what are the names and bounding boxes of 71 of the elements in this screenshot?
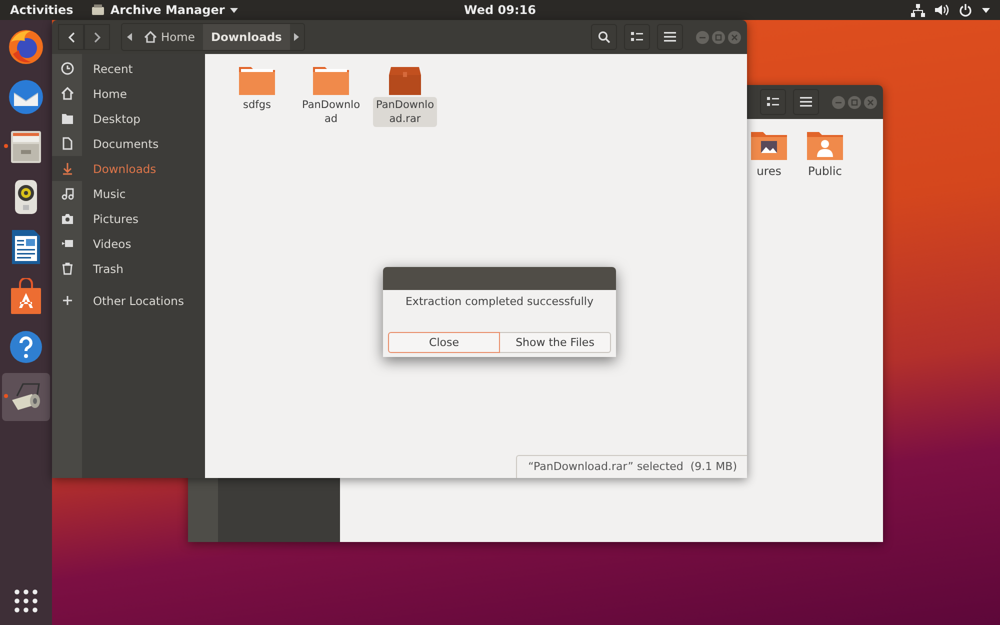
file-item[interactable]: PanDownload — [299, 64, 363, 127]
triangle-left-icon — [126, 33, 132, 41]
app-menu[interactable]: Archive Manager — [91, 3, 238, 17]
trash-icon — [60, 262, 74, 275]
home-icon — [60, 87, 74, 100]
path-button[interactable]: Home — [136, 24, 203, 50]
search-button[interactable] — [591, 24, 617, 50]
power-icon[interactable] — [959, 4, 972, 16]
view-toggle-button[interactable] — [760, 89, 786, 115]
sidebar-item[interactable]: Pictures — [52, 206, 205, 231]
music-icon — [60, 187, 74, 200]
volume-icon[interactable] — [935, 4, 949, 16]
network-icon[interactable] — [911, 4, 925, 16]
file-name: sdfgs — [242, 98, 272, 113]
folder-name: ures — [756, 164, 782, 178]
folder-name: Public — [808, 164, 842, 178]
file-item[interactable]: PanDownload.rar — [373, 64, 437, 127]
forward-button[interactable] — [84, 24, 110, 50]
path-button[interactable]: Downloads — [202, 24, 290, 50]
sidebar-item[interactable]: Trash — [52, 256, 205, 281]
view-toggle-button[interactable] — [624, 24, 650, 50]
chevron-right-icon — [94, 32, 100, 42]
menu-button[interactable] — [793, 89, 819, 115]
documents-icon — [60, 137, 74, 150]
clock[interactable]: Wed 09:16 — [464, 3, 536, 17]
dialog-button[interactable]: Show the Files — [500, 332, 611, 353]
folder-icon — [312, 64, 350, 96]
activities-button[interactable]: Activities — [10, 3, 74, 17]
sidebar-item[interactable]: Music — [52, 181, 205, 206]
fox-globe-icon — [7, 28, 45, 66]
sidebar-item[interactable]: Downloads — [52, 156, 205, 181]
downloads-icon — [60, 162, 74, 175]
caret-icon[interactable] — [982, 8, 990, 12]
list-view-icon — [631, 32, 643, 42]
recent-icon — [60, 62, 74, 75]
file-name: PanDownload.rar — [373, 97, 437, 127]
menu-icon — [664, 32, 676, 42]
triangle-right-icon — [294, 33, 300, 41]
list-view-icon — [767, 97, 779, 107]
running-indicator — [4, 144, 8, 148]
menu-icon — [800, 97, 812, 107]
sidebar-item[interactable]: Videos — [52, 231, 205, 256]
status-label: “PanDownload.rar” selected (9.1 MB) — [516, 455, 747, 478]
dock-item[interactable] — [2, 373, 50, 421]
sidebar-item[interactable]: Recent — [52, 56, 205, 81]
folder-icon — [238, 64, 276, 96]
search-icon — [598, 31, 610, 43]
menu-button[interactable] — [657, 24, 683, 50]
running-indicator — [4, 394, 8, 398]
folder-person-icon — [806, 129, 844, 161]
caret-icon — [230, 8, 238, 12]
folder-picture-icon — [750, 129, 788, 161]
sidebar-item[interactable]: Documents — [52, 131, 205, 156]
help-icon — [7, 328, 45, 366]
archive-icon — [91, 4, 106, 16]
file-name: PanDownload — [300, 98, 362, 127]
back-button[interactable] — [58, 24, 84, 50]
sidebar-item[interactable]: Home — [52, 81, 205, 106]
file-item[interactable]: sdfgs — [225, 64, 289, 127]
box-icon — [388, 64, 422, 96]
pictures-icon — [60, 212, 74, 225]
dialog-message: Extraction completed successfully — [404, 295, 594, 308]
dialog-button[interactable]: Close — [388, 332, 500, 353]
home-icon — [144, 31, 157, 43]
bird-mail-icon — [7, 78, 45, 116]
folder-item[interactable]: ures — [744, 129, 794, 178]
sidebar-item[interactable]: Desktop — [52, 106, 205, 131]
folder-item[interactable]: Public — [800, 129, 850, 178]
sidebar-item[interactable]: Other Locations — [52, 288, 205, 313]
app-grid-icon[interactable] — [14, 589, 38, 613]
chevron-left-icon — [68, 32, 74, 42]
